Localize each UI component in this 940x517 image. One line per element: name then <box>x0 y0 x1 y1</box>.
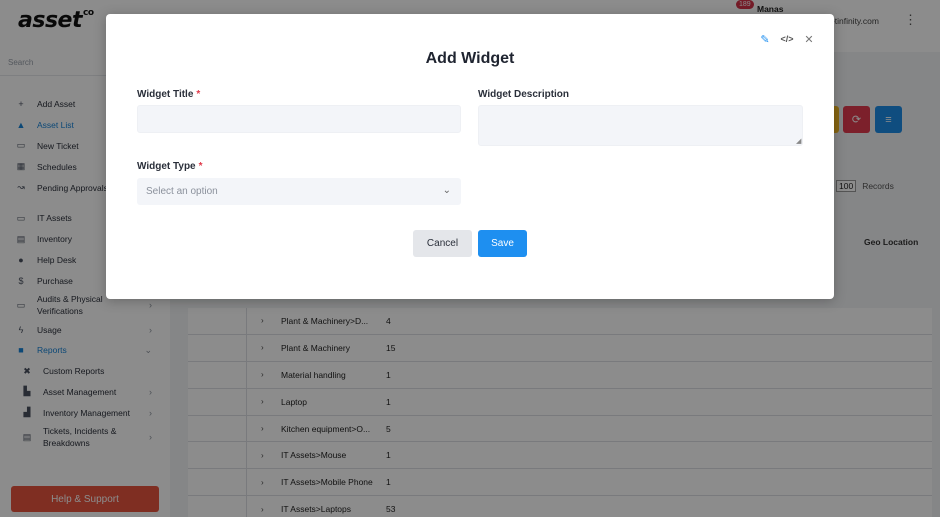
widget-type-select[interactable]: Select an option ⌄ <box>137 178 461 205</box>
widget-type-label: Widget Type * <box>137 161 203 172</box>
widget-title-input[interactable] <box>137 105 461 133</box>
code-icon[interactable]: </> <box>781 33 794 45</box>
widget-title-label: Widget Title * <box>137 89 201 100</box>
resize-handle-icon[interactable]: ◢ <box>796 137 801 145</box>
modal-title: Add Widget <box>425 50 515 67</box>
close-icon[interactable]: ✕ <box>803 33 815 46</box>
widget-description-textarea[interactable] <box>478 105 803 146</box>
cancel-button[interactable]: Cancel <box>413 230 472 257</box>
edit-icon[interactable]: ✎ <box>759 33 771 46</box>
save-button[interactable]: Save <box>478 230 527 257</box>
widget-description-label: Widget Description <box>478 89 570 100</box>
add-widget-modal: ✎ </> ✕ Add Widget Widget Title * Widget … <box>106 14 834 299</box>
chevron-down-icon: ⌄ <box>442 185 451 196</box>
